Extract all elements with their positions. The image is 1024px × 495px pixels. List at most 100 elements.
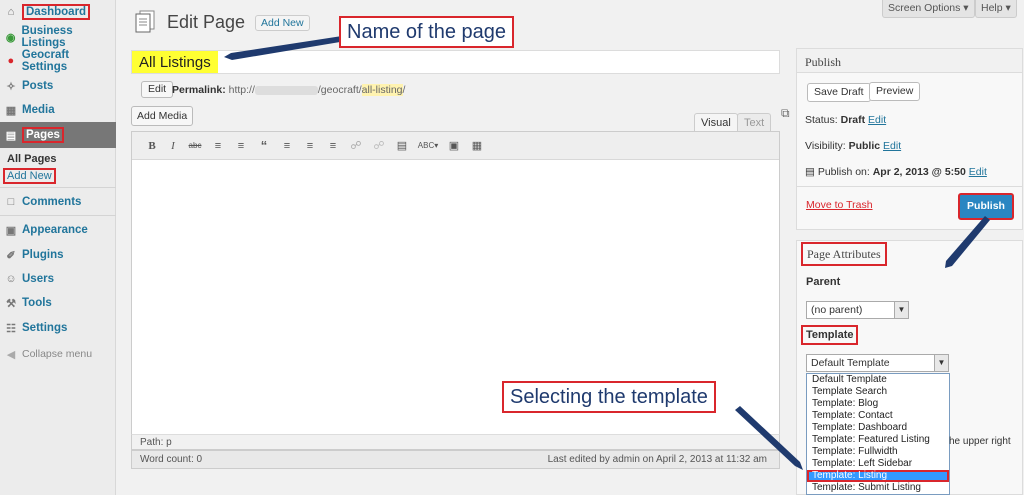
permalink-slug[interactable]: all-listing: [361, 84, 403, 96]
visibility-row: Visibility: Public Edit: [805, 140, 901, 152]
status-label: Status:: [805, 114, 838, 126]
unlink-icon[interactable]: ☍: [371, 138, 387, 154]
template-option[interactable]: Template: Submit Listing: [807, 482, 949, 494]
sidebar-item-label: Comments: [22, 196, 82, 208]
sidebar-item-comments[interactable]: □ Comments: [0, 190, 116, 214]
tab-visual[interactable]: Visual: [694, 113, 738, 132]
submenu-add-new[interactable]: Add New: [3, 168, 56, 184]
media-icon: ▦: [5, 104, 17, 117]
kitchen-sink-icon[interactable]: ▦: [469, 138, 485, 154]
sidebar-item-pages[interactable]: ▤ Pages: [0, 122, 116, 148]
align-center-icon[interactable]: ≡: [302, 138, 318, 154]
bold-icon[interactable]: B: [144, 138, 160, 154]
blockquote-icon[interactable]: “: [256, 138, 272, 154]
help-label: Help: [981, 2, 1003, 14]
numbered-list-icon[interactable]: ≡: [233, 138, 249, 154]
page-icon: [135, 10, 155, 33]
template-option[interactable]: Default Template: [807, 374, 949, 386]
page-attributes-title[interactable]: Page Attributes: [801, 242, 887, 266]
visibility-label: Visibility:: [805, 140, 846, 152]
edit-date-link[interactable]: Edit: [969, 166, 987, 178]
edit-permalink-button[interactable]: Edit: [141, 81, 174, 98]
sidebar-item-media[interactable]: ▦ Media: [0, 98, 116, 122]
sidebar-item-settings[interactable]: ☷ Settings: [0, 316, 116, 340]
edit-visibility-link[interactable]: Edit: [883, 140, 901, 152]
strikethrough-icon[interactable]: abc: [187, 138, 203, 154]
title-input[interactable]: All Listings: [131, 50, 780, 74]
sidebar-separator: [0, 215, 116, 216]
page-title: Edit Page: [167, 12, 246, 32]
settings-icon: ☷: [6, 322, 16, 335]
sidebar-item-plugins[interactable]: ✐ Plugins: [0, 243, 116, 267]
parent-select-value: (no parent): [811, 304, 863, 316]
bullet-list-icon[interactable]: ≡: [210, 138, 226, 154]
pages-icon: ▤: [5, 129, 17, 142]
fullscreen-icon[interactable]: ▣: [446, 138, 462, 154]
comment-icon: □: [7, 196, 15, 208]
submenu-all-pages[interactable]: All Pages: [7, 153, 57, 165]
attributes-help-text: he upper right: [949, 436, 1011, 447]
template-option[interactable]: Template: Fullwidth: [807, 446, 949, 458]
template-option[interactable]: Template: Featured Listing: [807, 434, 949, 446]
link-icon[interactable]: ☍: [348, 138, 364, 154]
template-select-value: Default Template: [811, 357, 890, 369]
permalink-path: /geocraft/: [317, 84, 362, 96]
collapse-menu[interactable]: ◀ Collapse menu: [0, 342, 116, 366]
save-draft-button[interactable]: Save Draft: [807, 83, 871, 102]
geocraft-icon: ●: [7, 55, 15, 67]
sidebar-item-label: Tools: [22, 297, 52, 309]
template-option[interactable]: Template: Blog: [807, 398, 949, 410]
publish-button[interactable]: Publish: [958, 193, 1014, 220]
sidebar-item-business-listings[interactable]: ◉ Business Listings: [0, 25, 116, 49]
sidebar-item-label: Posts: [22, 80, 54, 92]
blurred-domain: [254, 85, 318, 95]
publish-on-label: Publish on:: [817, 166, 870, 178]
add-media-button[interactable]: Add Media: [131, 106, 194, 126]
status-row: Status: Draft Edit: [805, 114, 886, 126]
preview-button[interactable]: Preview: [869, 82, 921, 101]
italic-icon[interactable]: I: [165, 138, 181, 154]
permalink-suffix: /: [402, 84, 406, 96]
home-icon: ⌂: [7, 6, 15, 18]
tab-text[interactable]: Text: [737, 113, 772, 132]
add-new-button[interactable]: Add New: [255, 15, 310, 31]
sidebar-item-users[interactable]: ☺ Users: [0, 267, 116, 291]
sidebar-item-dashboard[interactable]: ⌂ Dashboard: [0, 0, 116, 24]
publish-on-value: Apr 2, 2013 @ 5:50: [872, 166, 966, 178]
sidebar-item-geocraft-settings[interactable]: ● Geocraft Settings: [0, 49, 116, 73]
align-left-icon[interactable]: ≡: [279, 138, 295, 154]
users-icon: ☺: [5, 273, 17, 285]
sidebar-item-posts[interactable]: ✧ Posts: [0, 74, 116, 98]
move-to-trash-link[interactable]: Move to Trash: [806, 199, 873, 211]
title-value: All Listings: [132, 51, 218, 73]
template-select[interactable]: Default Template ▼: [806, 354, 949, 372]
editor-toolbar: B I abc ≡ ≡ “ ≡ ≡ ≡ ☍ ☍ ▤ ABC▾ ▣ ▦: [132, 132, 779, 160]
spellcheck-icon[interactable]: ABC▾: [417, 138, 439, 154]
sidebar-item-appearance[interactable]: ▣ Appearance: [0, 218, 116, 242]
align-right-icon[interactable]: ≡: [325, 138, 341, 154]
template-option[interactable]: Template: Contact: [807, 410, 949, 422]
template-option[interactable]: Template: Dashboard: [807, 422, 949, 434]
template-option[interactable]: Template Search: [807, 386, 949, 398]
template-option-selected[interactable]: Template: Listing: [807, 470, 949, 482]
sidebar-separator: [0, 187, 116, 188]
publish-box-header[interactable]: Publish: [797, 49, 1022, 73]
parent-select[interactable]: (no parent) ▼: [806, 301, 909, 319]
plugin-icon: ✐: [6, 249, 16, 262]
edit-status-link[interactable]: Edit: [868, 114, 886, 126]
content-editor[interactable]: B I abc ≡ ≡ “ ≡ ≡ ≡ ☍ ☍ ▤ ABC▾ ▣ ▦: [131, 131, 780, 469]
template-option[interactable]: Template: Left Sidebar: [807, 458, 949, 470]
fullscreen-toggle-icon[interactable]: ⧉: [781, 106, 790, 121]
sidebar-item-tools[interactable]: ⚒ Tools: [0, 291, 116, 315]
template-dropdown-list: Default Template Template Search Templat…: [806, 373, 950, 495]
insert-more-icon[interactable]: ▤: [394, 138, 410, 154]
last-edited: Last edited by admin on April 2, 2013 at…: [547, 454, 767, 465]
sidebar-item-label: Settings: [22, 322, 68, 334]
sidebar-item-label: Pages: [22, 127, 64, 143]
help-button[interactable]: Help ▾: [975, 0, 1017, 18]
publish-date-row: ▤ Publish on: Apr 2, 2013 @ 5:50 Edit: [805, 166, 987, 178]
sidebar-item-label: Dashboard: [22, 4, 91, 20]
screen-options-button[interactable]: Screen Options ▾: [882, 0, 975, 18]
publish-box-title: Publish: [805, 55, 842, 69]
callout-page-name: Name of the page: [339, 16, 514, 48]
